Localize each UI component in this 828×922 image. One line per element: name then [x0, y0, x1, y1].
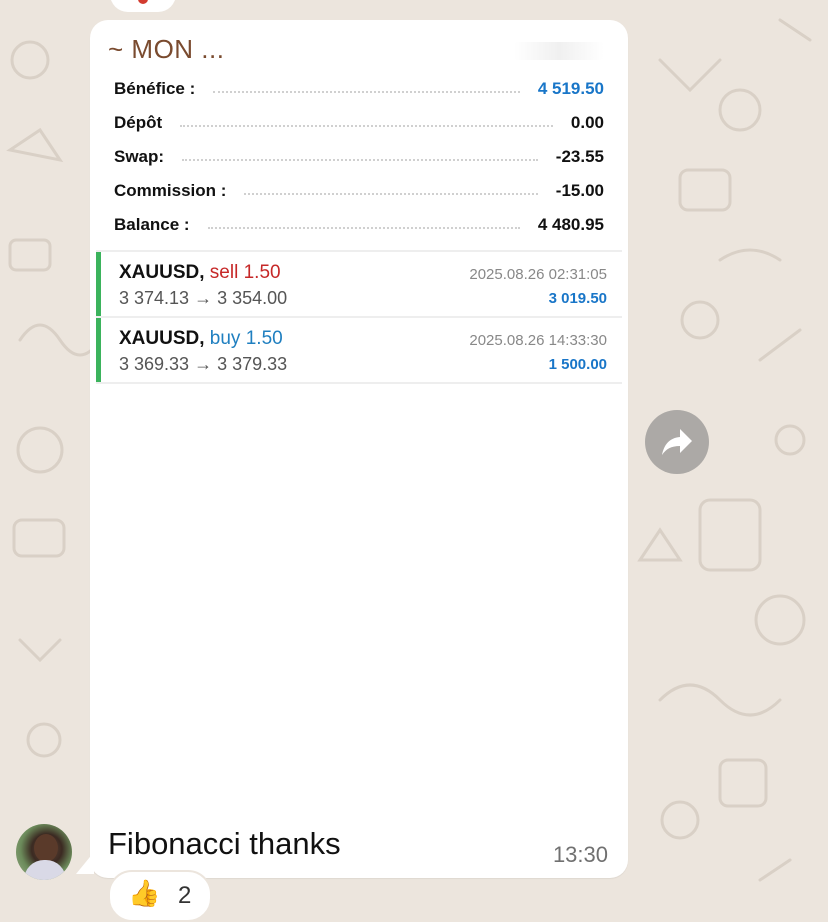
account-summary: Bénéfice : 4 519.50 Dépôt 0.00 Swap: -23…	[114, 72, 604, 242]
summary-label: Dépôt	[114, 113, 163, 132]
dotted-leader	[182, 159, 538, 161]
avatar-shirt	[24, 860, 66, 880]
trade-symbol: XAUUSD,	[119, 262, 205, 283]
arrow-right-icon: →	[194, 354, 213, 374]
trade-volume: 1.50	[245, 328, 283, 349]
divider	[96, 382, 622, 384]
summary-label: Swap:	[114, 147, 165, 166]
trade-close-price: 3 379.33	[217, 354, 288, 374]
dotted-leader	[244, 193, 538, 195]
trade-title: XAUUSD, sell 1.50	[119, 262, 281, 284]
thumbs-up-icon: 👍	[128, 878, 161, 908]
sender-avatar[interactable]	[16, 824, 72, 880]
trade-open-price: 3 374.13	[119, 288, 190, 308]
summary-row-deposit: Dépôt 0.00	[114, 106, 604, 140]
sender-name[interactable]: ~ MON ...	[108, 34, 224, 65]
sender-name-redaction	[240, 38, 370, 66]
bubble-tail	[76, 852, 94, 874]
trade-symbol: XAUUSD,	[119, 328, 205, 349]
summary-value: 0.00	[570, 113, 604, 132]
trade-profit: 3 019.50	[548, 290, 607, 307]
trade-close-price: 3 354.00	[217, 288, 288, 308]
trade-action: sell	[209, 262, 239, 283]
summary-value: 4 519.50	[537, 79, 604, 98]
trade-prices: 3 369.33 → 3 379.33	[119, 354, 287, 375]
reaction-marker-icon	[138, 0, 148, 4]
trade-profit: 1 500.00	[548, 356, 607, 373]
arrow-right-icon: →	[194, 288, 213, 308]
trade-row: XAUUSD, sell 1.50 3 374.13 → 3 354.00 20…	[96, 252, 625, 316]
trade-datetime: 2025.08.26 02:31:05	[469, 266, 607, 283]
summary-value: -15.00	[555, 181, 604, 200]
message-time: 13:30	[552, 842, 608, 867]
summary-label: Bénéfice :	[114, 79, 196, 98]
summary-value: -23.55	[555, 147, 604, 166]
trade-volume: 1.50	[243, 262, 281, 283]
message-text: Fibonacci thanks	[108, 826, 341, 861]
summary-label: Commission :	[114, 181, 227, 200]
summary-row-profit: Bénéfice : 4 519.50	[114, 72, 604, 106]
trade-datetime: 2025.08.26 14:33:30	[469, 332, 607, 349]
summary-row-commission: Commission : -15.00	[114, 174, 604, 208]
trade-prices: 3 374.13 → 3 354.00	[119, 288, 287, 309]
summary-row-balance: Balance : 4 480.95	[114, 208, 604, 242]
summary-value: 4 480.95	[537, 215, 604, 234]
trade-action: buy	[209, 328, 241, 349]
sender-phone-redaction	[514, 42, 604, 60]
forward-button[interactable]	[645, 410, 709, 474]
avatar-face	[34, 834, 58, 862]
summary-label: Balance :	[114, 215, 190, 234]
dotted-leader	[207, 227, 520, 229]
trade-row: XAUUSD, buy 1.50 3 369.33 → 3 379.33 202…	[96, 318, 625, 382]
dotted-leader	[180, 125, 553, 127]
trade-title: XAUUSD, buy 1.50	[119, 328, 283, 350]
message-bubble[interactable]: ~ MON ... Bénéfice : 4 519.50 Dépôt 0.00…	[90, 20, 628, 878]
reaction-badge[interactable]: 👍 2	[108, 870, 212, 922]
summary-row-swap: Swap: -23.55	[114, 140, 604, 174]
trade-open-price: 3 369.33	[119, 354, 190, 374]
dotted-leader	[213, 91, 520, 93]
forward-arrow-icon	[662, 429, 692, 455]
